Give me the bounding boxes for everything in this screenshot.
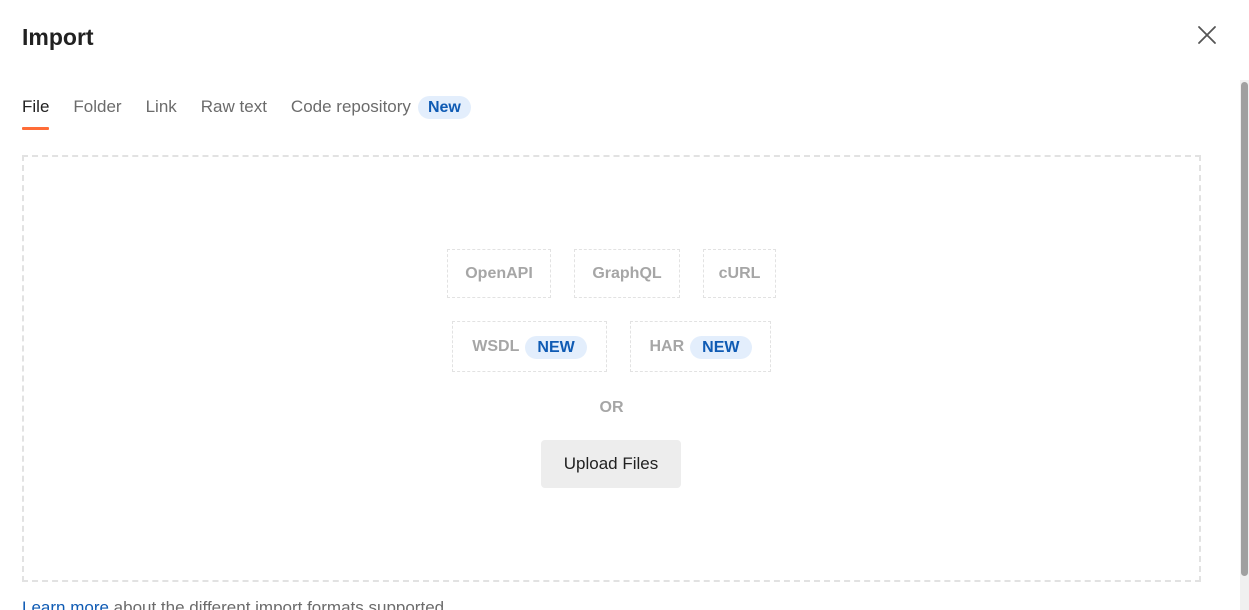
format-label: GraphQL bbox=[592, 264, 662, 282]
tab-file[interactable]: File bbox=[22, 92, 50, 131]
format-label: cURL bbox=[718, 264, 761, 282]
import-dialog: Import File Folder Link Raw text Code re… bbox=[0, 0, 1249, 610]
close-icon bbox=[1198, 26, 1216, 44]
footer-help-text: Learn more about the different import fo… bbox=[22, 596, 449, 610]
format-openapi: OpenAPI bbox=[447, 249, 551, 298]
format-wsdl: WSDL NEW bbox=[452, 321, 607, 372]
tab-label: Folder bbox=[73, 97, 122, 116]
upload-files-button[interactable]: Upload Files bbox=[541, 440, 681, 488]
format-label: HAR bbox=[649, 337, 685, 355]
new-badge: NEW bbox=[525, 336, 587, 359]
tab-raw-text[interactable]: Raw text bbox=[201, 92, 267, 131]
new-badge: NEW bbox=[690, 336, 752, 359]
tab-link[interactable]: Link bbox=[146, 92, 177, 131]
footer-text: about the different import formats suppo… bbox=[113, 598, 449, 610]
file-dropzone[interactable]: OpenAPI GraphQL cURL WSDL NEW HAR NEW OR… bbox=[22, 155, 1201, 582]
scrollbar-thumb[interactable] bbox=[1241, 82, 1248, 576]
tab-label: Link bbox=[145, 97, 177, 116]
format-label: OpenAPI bbox=[465, 264, 533, 282]
scrollbar[interactable] bbox=[1240, 80, 1249, 610]
or-divider: OR bbox=[599, 399, 624, 416]
tab-label: Code repository bbox=[290, 97, 411, 116]
format-graphql: GraphQL bbox=[574, 249, 680, 298]
tab-label: File bbox=[22, 97, 50, 116]
format-label: WSDL bbox=[472, 337, 520, 355]
tab-code-repository[interactable]: Code repository New bbox=[291, 92, 471, 131]
dialog-title: Import bbox=[22, 24, 94, 50]
import-tabs: File Folder Link Raw text Code repositor… bbox=[22, 92, 495, 132]
tab-folder[interactable]: Folder bbox=[73, 92, 121, 131]
tab-label: Raw text bbox=[200, 97, 267, 116]
new-badge: New bbox=[417, 96, 471, 119]
learn-more-link[interactable]: Learn more bbox=[22, 598, 109, 610]
format-har: HAR NEW bbox=[630, 321, 771, 372]
format-curl: cURL bbox=[703, 249, 776, 298]
close-button[interactable] bbox=[1193, 21, 1221, 49]
